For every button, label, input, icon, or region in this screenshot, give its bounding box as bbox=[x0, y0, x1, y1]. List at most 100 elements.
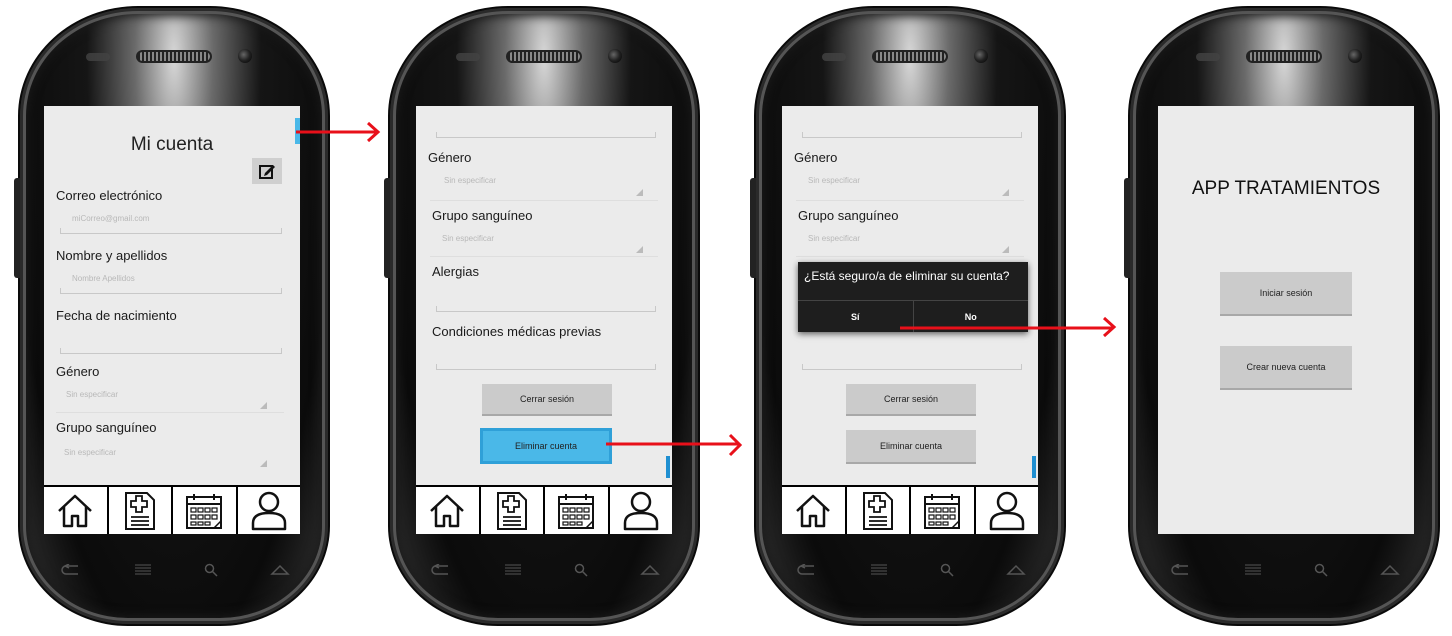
phone-mockup-1: Mi cuenta Correo electrónico miCorreo@gm… bbox=[14, 6, 330, 626]
delete-account-button[interactable]: Eliminar cuenta bbox=[846, 430, 976, 464]
scrollbar[interactable] bbox=[1032, 456, 1036, 478]
side-button bbox=[1124, 178, 1130, 278]
blood-label: Grupo sanguíneo bbox=[432, 208, 533, 223]
login-button[interactable]: Iniciar sesión bbox=[1220, 272, 1352, 316]
home-icon bbox=[430, 494, 465, 527]
divider bbox=[430, 200, 658, 201]
gender-label: Género bbox=[428, 150, 472, 165]
flow-arrow-2 bbox=[606, 433, 743, 457]
soft-keys bbox=[430, 558, 660, 582]
user-icon bbox=[251, 491, 286, 530]
home-key-icon[interactable] bbox=[1380, 563, 1400, 577]
camera bbox=[974, 49, 988, 63]
email-field[interactable]: miCorreo@gmail.com bbox=[72, 214, 149, 223]
menu-icon[interactable] bbox=[1244, 563, 1262, 577]
nav-profile[interactable] bbox=[610, 487, 673, 534]
conditions-field[interactable] bbox=[802, 364, 1022, 370]
blood-select[interactable]: Sin especificar bbox=[442, 234, 494, 243]
nav-profile[interactable] bbox=[238, 487, 301, 534]
gender-label: Género bbox=[794, 150, 838, 165]
flow-arrow-3 bbox=[900, 316, 1117, 338]
search-icon[interactable] bbox=[204, 563, 218, 577]
home-key-icon[interactable] bbox=[640, 563, 660, 577]
side-button bbox=[384, 178, 390, 278]
blood-label: Grupo sanguíneo bbox=[56, 420, 157, 435]
gender-label: Género bbox=[56, 364, 100, 379]
gender-select[interactable]: Sin especificar bbox=[444, 176, 496, 185]
bottom-nav bbox=[44, 485, 300, 534]
soft-keys bbox=[796, 558, 1026, 582]
dropdown-arrow-icon bbox=[260, 460, 267, 467]
nav-home[interactable] bbox=[416, 487, 481, 534]
phone-mockup-2: Género Sin especificar Grupo sanguíneo S… bbox=[384, 6, 700, 626]
divider bbox=[796, 256, 1024, 257]
back-icon[interactable] bbox=[1170, 564, 1192, 576]
dialog-title: ¿Está seguro/a de eliminar su cuenta? bbox=[804, 269, 1010, 283]
home-key-icon[interactable] bbox=[270, 563, 290, 577]
dropdown-arrow-icon bbox=[1002, 189, 1009, 196]
back-icon[interactable] bbox=[796, 564, 818, 576]
dropdown-arrow-icon bbox=[260, 402, 267, 409]
conditions-field[interactable] bbox=[436, 364, 656, 370]
delete-account-button[interactable]: Eliminar cuenta bbox=[480, 428, 612, 464]
home-key-icon[interactable] bbox=[1006, 563, 1026, 577]
side-button bbox=[14, 178, 20, 278]
nav-profile[interactable] bbox=[976, 487, 1039, 534]
dialog-yes-button[interactable]: Sí bbox=[798, 301, 913, 332]
screen-welcome: APP TRATAMIENTOS Iniciar sesión Crear nu… bbox=[1158, 106, 1414, 534]
divider bbox=[430, 256, 658, 257]
side-button bbox=[750, 178, 756, 278]
gender-select[interactable]: Sin especificar bbox=[808, 176, 860, 185]
user-icon bbox=[989, 491, 1024, 530]
conditions-label: Condiciones médicas previas bbox=[432, 324, 602, 339]
phone-mockup-4: APP TRATAMIENTOS Iniciar sesión Crear nu… bbox=[1124, 6, 1440, 626]
medical-record-icon bbox=[862, 491, 893, 530]
nav-calendar[interactable] bbox=[173, 487, 238, 534]
back-icon[interactable] bbox=[60, 564, 82, 576]
blood-select[interactable]: Sin especificar bbox=[64, 448, 116, 457]
home-icon bbox=[796, 494, 831, 527]
search-icon[interactable] bbox=[940, 563, 954, 577]
back-icon[interactable] bbox=[430, 564, 452, 576]
home-icon bbox=[58, 494, 93, 527]
camera bbox=[238, 49, 252, 63]
search-icon[interactable] bbox=[574, 563, 588, 577]
nav-home[interactable] bbox=[44, 487, 109, 534]
dropdown-arrow-icon bbox=[1002, 246, 1009, 253]
nav-medical[interactable] bbox=[481, 487, 545, 534]
nav-medical[interactable] bbox=[847, 487, 911, 534]
name-label: Nombre y apellidos bbox=[56, 248, 168, 263]
medical-record-icon bbox=[496, 491, 527, 530]
menu-icon[interactable] bbox=[134, 563, 152, 577]
camera bbox=[1348, 49, 1362, 63]
name-underline bbox=[60, 288, 282, 294]
scrollbar[interactable] bbox=[666, 456, 670, 478]
nav-home[interactable] bbox=[782, 487, 847, 534]
nav-calendar[interactable] bbox=[545, 487, 610, 534]
camera bbox=[608, 49, 622, 63]
sensor bbox=[456, 53, 480, 61]
sensor bbox=[1196, 53, 1220, 61]
menu-icon[interactable] bbox=[504, 563, 522, 577]
speaker bbox=[1246, 50, 1322, 63]
edit-button[interactable] bbox=[252, 158, 282, 184]
dropdown-arrow-icon bbox=[636, 246, 643, 253]
screen-my-account: Mi cuenta Correo electrónico miCorreo@gm… bbox=[44, 106, 300, 534]
name-field[interactable]: Nombre Apellidos bbox=[72, 274, 135, 283]
nav-calendar[interactable] bbox=[911, 487, 976, 534]
nav-medical[interactable] bbox=[109, 487, 173, 534]
gender-select[interactable]: Sin especificar bbox=[66, 390, 118, 399]
allergies-field[interactable] bbox=[436, 306, 656, 312]
logout-button[interactable]: Cerrar sesión bbox=[482, 384, 612, 416]
search-icon[interactable] bbox=[1314, 563, 1328, 577]
divider bbox=[796, 200, 1024, 201]
edit-icon bbox=[259, 165, 275, 179]
blood-label: Grupo sanguíneo bbox=[798, 208, 899, 223]
sensor bbox=[86, 53, 110, 61]
field-underline bbox=[802, 132, 1022, 138]
menu-icon[interactable] bbox=[870, 563, 888, 577]
dropdown-arrow-icon bbox=[636, 189, 643, 196]
blood-select[interactable]: Sin especificar bbox=[808, 234, 860, 243]
logout-button[interactable]: Cerrar sesión bbox=[846, 384, 976, 416]
register-button[interactable]: Crear nueva cuenta bbox=[1220, 346, 1352, 390]
